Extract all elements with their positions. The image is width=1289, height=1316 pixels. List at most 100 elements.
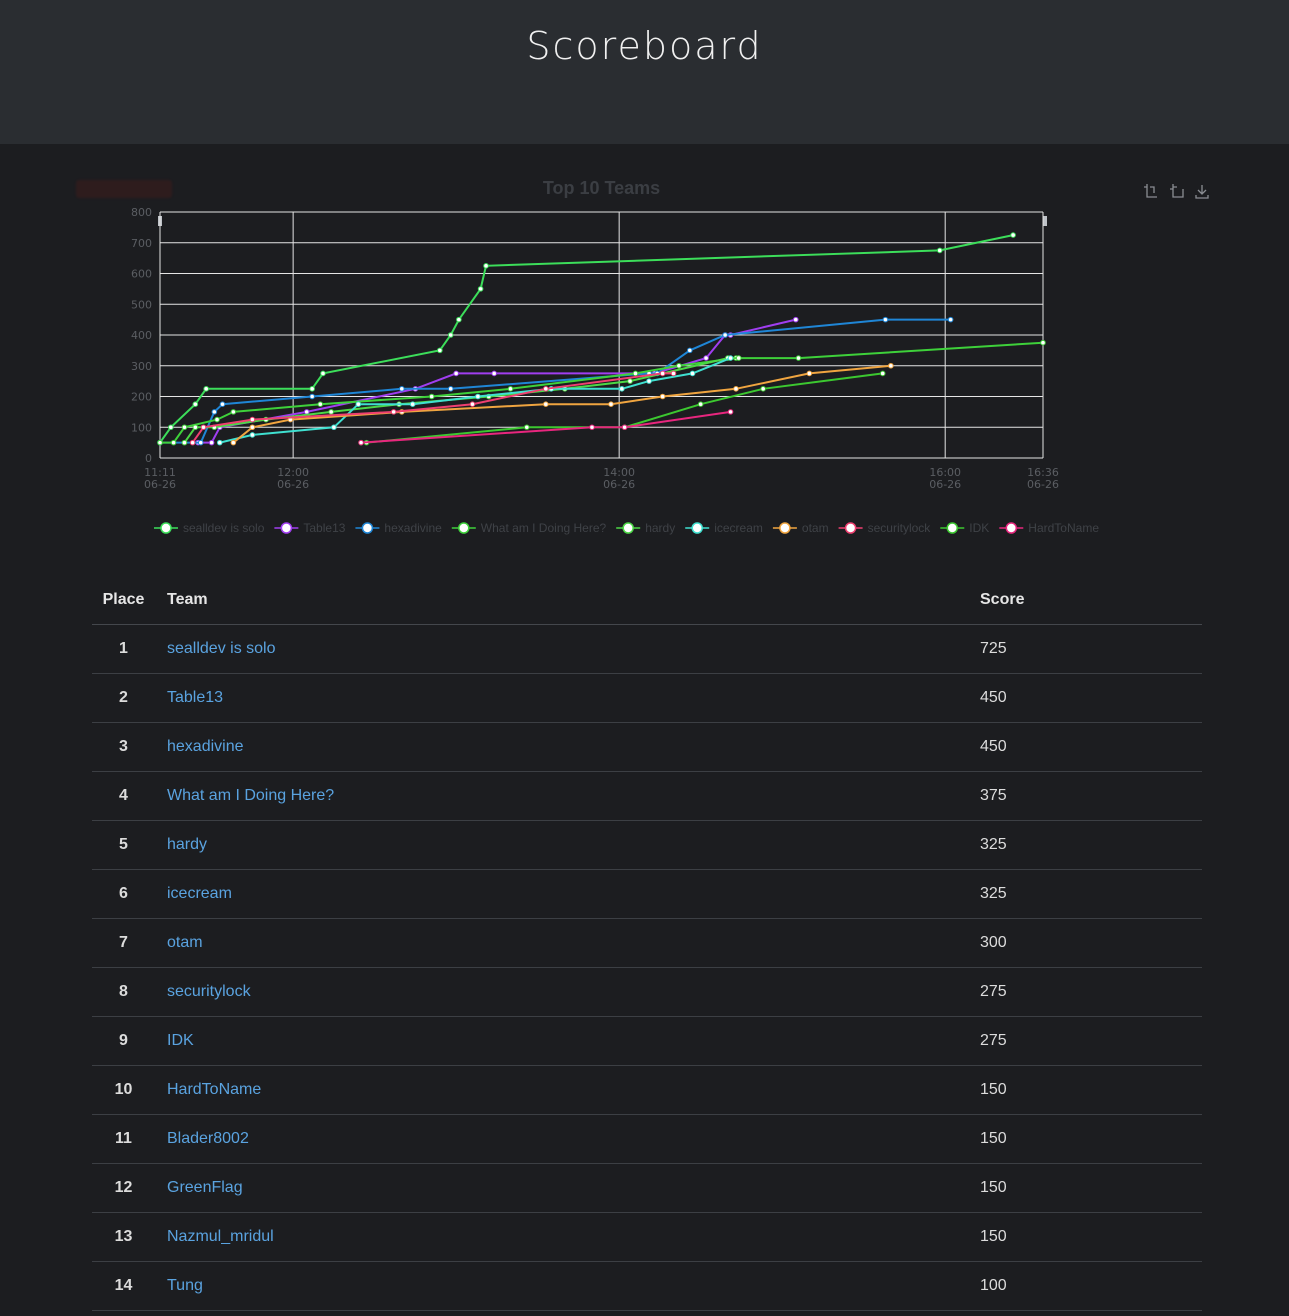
team-cell: Nazmul_mridul [155, 1212, 968, 1262]
data-point [621, 424, 628, 431]
data-point [469, 401, 476, 407]
data-point [589, 424, 595, 431]
data-point [936, 247, 943, 254]
place-cell: 1 [92, 624, 155, 674]
place-header: Place [92, 576, 155, 625]
team-link[interactable]: Tung [167, 1277, 203, 1294]
score-cell: 150 [968, 1212, 1202, 1262]
team-link[interactable]: Nazmul_mridul [167, 1228, 274, 1245]
place-cell: 10 [92, 1065, 155, 1115]
data-point [447, 332, 454, 338]
y-tick-label: 300 [131, 360, 152, 373]
data-point [181, 439, 188, 446]
legend-item[interactable]: What am I Doing Here? [451, 521, 607, 535]
legend-marker [458, 522, 470, 534]
team-link[interactable]: securitylock [167, 983, 251, 1000]
data-point [483, 263, 489, 269]
team-link[interactable]: Table13 [167, 689, 223, 706]
data-point [543, 386, 549, 392]
legend-item[interactable]: Table13 [274, 521, 346, 535]
y-tick-label: 0 [145, 452, 152, 465]
data-point [735, 355, 742, 361]
x-tick-label: 06-26 [277, 478, 309, 491]
data-point [181, 424, 188, 431]
team-link[interactable]: Blader8002 [167, 1130, 249, 1147]
data-point [358, 439, 364, 446]
score-graph: Top 10 Teams 0 100 200 300 400 500 600 700 800 11:… [60, 168, 1230, 568]
legend-marker [691, 522, 703, 534]
legend-label: otam [802, 521, 829, 535]
data-point [689, 370, 696, 377]
data-point [249, 432, 256, 438]
team-link[interactable]: hardy [167, 836, 207, 853]
score-cell: 150 [968, 1065, 1202, 1115]
series-line [159, 234, 1014, 444]
data-point [157, 439, 163, 446]
team-cell: sealldev is solo [155, 624, 968, 674]
team-link[interactable]: IDK [167, 1032, 194, 1049]
legend-marker [361, 522, 374, 534]
data-point [882, 316, 889, 323]
data-point [211, 409, 218, 415]
zoom-icon[interactable] [1144, 184, 1157, 198]
data-point [659, 393, 666, 400]
zoom-reset-icon[interactable] [1170, 184, 1184, 198]
data-point [727, 355, 734, 361]
data-point [197, 439, 204, 446]
data-point [309, 386, 315, 392]
legend-item[interactable]: hexadivine [355, 521, 442, 535]
x-tick-label: 06-26 [1027, 478, 1059, 491]
data-point [447, 386, 454, 392]
team-link[interactable]: What am I Doing Here? [167, 787, 334, 804]
legend-label: sealldev is solo [183, 521, 265, 535]
place-cell: 2 [92, 673, 155, 723]
legend-item[interactable]: HardToName [999, 521, 1099, 535]
team-link[interactable]: HardToName [167, 1081, 261, 1098]
y-tick-label: 800 [131, 206, 152, 219]
data-point [249, 424, 256, 431]
data-point [428, 393, 435, 400]
data-point [309, 393, 315, 400]
scoreboard-table: Place Team Score 1 sealldev is solo 725 2 Ta… [92, 576, 1202, 1311]
data-point [249, 416, 256, 423]
data-point [355, 401, 362, 407]
table-row: 6 icecream 325 [92, 869, 1202, 919]
team-link[interactable]: icecream [167, 885, 232, 902]
legend-marker [622, 522, 634, 534]
data-point [792, 316, 799, 323]
team-link[interactable]: GreenFlag [167, 1179, 243, 1196]
data-point [619, 386, 625, 392]
data-point [320, 370, 326, 377]
page-title: Scoreboard [526, 24, 763, 68]
chart-title: Top 10 Teams [543, 178, 660, 198]
legend-item[interactable]: IDK [940, 521, 989, 535]
y-tick-label: 500 [131, 298, 152, 311]
team-link[interactable]: hexadivine [167, 738, 244, 755]
page-header: Scoreboard [0, 0, 1289, 144]
data-point [632, 370, 639, 377]
legend-item[interactable]: hardy [616, 521, 675, 535]
data-point [727, 409, 734, 415]
legend-item[interactable]: sealldev is solo [154, 521, 265, 535]
zoom-handle-right[interactable] [1043, 216, 1047, 226]
data-point [170, 439, 177, 446]
y-tick-label: 400 [131, 329, 152, 342]
data-point [475, 393, 481, 400]
legend-label: securitylock [868, 521, 932, 535]
data-point [543, 401, 549, 407]
data-point [879, 370, 886, 377]
legend-label: IDK [969, 521, 989, 535]
team-link[interactable]: sealldev is solo [167, 640, 276, 657]
place-cell: 11 [92, 1114, 155, 1164]
legend-item[interactable]: icecream [685, 521, 763, 535]
team-cell: securitylock [155, 967, 968, 1017]
download-icon[interactable] [1195, 185, 1209, 199]
team-link[interactable]: otam [167, 934, 203, 951]
table-row: 10 HardToName 150 [92, 1065, 1202, 1115]
legend-label: icecream [714, 521, 763, 535]
data-point [453, 370, 459, 377]
data-point [722, 332, 728, 338]
legend-item[interactable]: securitylock [838, 521, 932, 535]
table-row: 14 Tung 100 [92, 1261, 1202, 1311]
legend-item[interactable]: otam [772, 521, 829, 535]
